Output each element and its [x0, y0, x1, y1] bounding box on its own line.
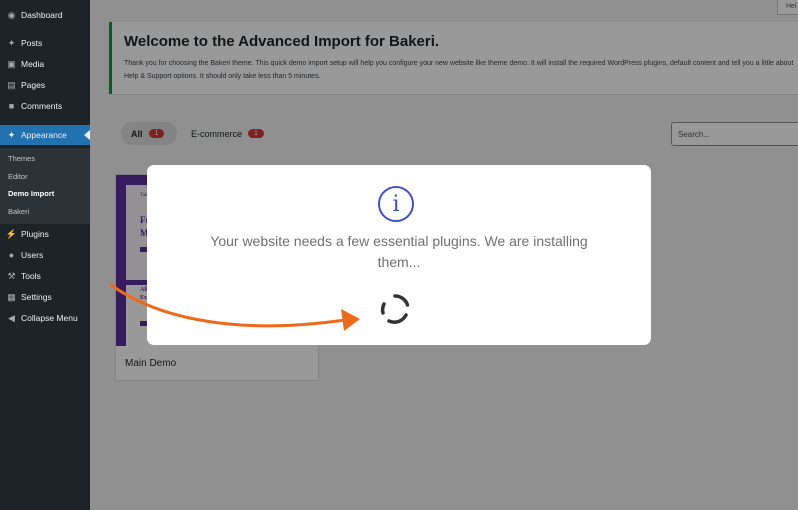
menu-item-dashboard[interactable]: ◉ Dashboard	[0, 5, 90, 25]
modal-message: Your website needs a few essential plugi…	[210, 233, 588, 270]
plug-icon: ⚡	[5, 228, 18, 239]
menu-item-label: Media	[21, 59, 45, 69]
user-icon: ●	[8, 250, 15, 260]
menu-item-label: Posts	[21, 38, 43, 48]
submenu-item-demo-import[interactable]: Demo Import	[8, 189, 54, 198]
menu-item-collapse[interactable]: ◀ Collapse Menu	[0, 308, 90, 328]
dashboard-icon: ◉	[7, 9, 16, 20]
info-icon: i	[378, 186, 414, 222]
menu-item-pages[interactable]: ▤ Pages	[0, 75, 90, 95]
menu-item-label: Dashboard	[21, 10, 63, 20]
collapse-icon: ◀	[8, 312, 15, 323]
appearance-submenu: Themes Editor Demo Import Bakeri	[0, 148, 90, 224]
comments-icon: ■	[8, 101, 15, 111]
menu-item-comments[interactable]: ■ Comments	[0, 96, 90, 116]
menu-item-label: Tools	[21, 271, 41, 281]
menu-item-label: Pages	[21, 80, 46, 90]
menu-item-label: Comments	[21, 101, 63, 111]
menu-item-label: Appearance	[21, 130, 67, 140]
menu-item-media[interactable]: ▣ Media	[0, 54, 90, 74]
wrench-icon: ⚒	[7, 270, 16, 281]
menu-item-users[interactable]: ● Users	[0, 245, 90, 265]
menu-item-plugins[interactable]: ⚡ Plugins	[0, 224, 90, 244]
install-modal: i Your website needs a few essential plu…	[147, 165, 651, 345]
settings-icon: ▦	[7, 291, 16, 302]
menu-item-posts[interactable]: ✦ Posts	[0, 33, 90, 53]
admin-sidebar: ◉ Dashboard ✦ Posts ▣ Media ▤ Pages ■ Co…	[0, 0, 90, 510]
menu-item-label: Users	[21, 250, 44, 260]
submenu-item-themes[interactable]: Themes	[8, 154, 35, 163]
menu-item-settings[interactable]: ▦ Settings	[0, 287, 90, 307]
submenu-item-editor[interactable]: Editor	[8, 172, 28, 181]
menu-item-label: Settings	[21, 292, 52, 302]
menu-item-label: Collapse Menu	[21, 313, 78, 323]
menu-item-appearance[interactable]: ✦ Appearance	[0, 125, 90, 145]
pin-icon: ✦	[7, 37, 16, 48]
brush-icon: ✦	[7, 129, 16, 140]
menu-item-tools[interactable]: ⚒ Tools	[0, 266, 90, 286]
menu-item-label: Plugins	[21, 229, 49, 239]
submenu-item-bakeri[interactable]: Bakeri	[8, 207, 29, 216]
pages-icon: ▤	[7, 79, 16, 90]
loading-spinner-icon	[380, 294, 410, 324]
media-icon: ▣	[7, 58, 16, 69]
